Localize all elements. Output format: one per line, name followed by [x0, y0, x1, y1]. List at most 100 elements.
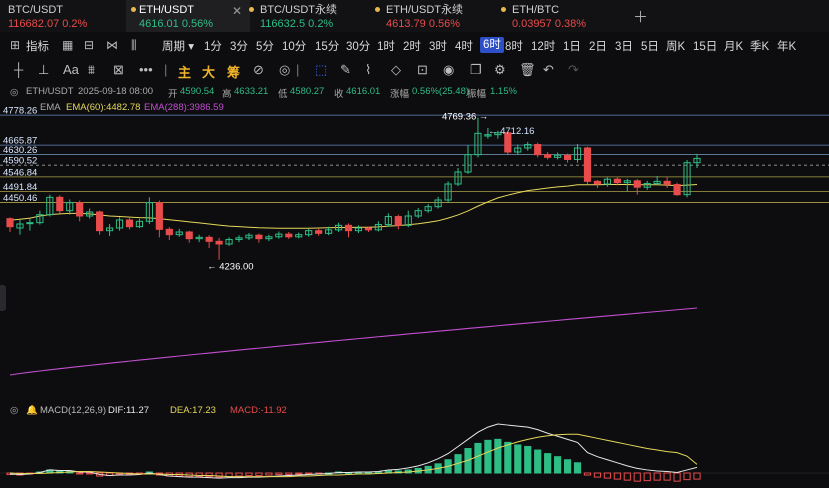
price-level-label: 4778.26: [3, 106, 37, 117]
candlestick-chart[interactable]: 4778.264665.874630.264590.524546.844491.…: [0, 84, 829, 488]
timeframe-9[interactable]: 4时: [455, 38, 473, 54]
select-tool-icon[interactable]: ⬚: [315, 62, 327, 78]
candle-body: [563, 154, 572, 160]
timeframe-toolbar: ⊞ 指标 ▦ ⊟ ⋈ ⫼ 周期 ▾ 1分 3分 5分 10分 15分 30分 1时 2时 3时 4…: [0, 33, 829, 57]
timeframe-6[interactable]: 1时: [377, 38, 395, 54]
macd-histogram-bar: [623, 472, 631, 481]
visibility-icon[interactable]: ◉: [443, 62, 454, 78]
tab-name: BTC/USDT永续: [260, 4, 337, 16]
candle-body: [26, 222, 34, 225]
tab-btc-usdt[interactable]: BTC/USDT 116682.07 0.2%: [0, 0, 124, 32]
timeframe-3[interactable]: 10分: [282, 38, 306, 54]
chart-layout-icon[interactable]: ⊟: [84, 38, 94, 52]
tab-change: 0.2%: [62, 18, 88, 30]
timeframe-5[interactable]: 30分: [346, 38, 370, 54]
indicator-icon[interactable]: ⊞: [10, 38, 20, 52]
timeframe-10[interactable]: 6时: [480, 37, 504, 53]
high2-annotation: ← 4712.16: [488, 126, 534, 137]
timeframe-11[interactable]: 8时: [505, 38, 523, 54]
macd-histogram-bar: [494, 438, 502, 474]
timeframe-13[interactable]: 1日: [563, 38, 581, 54]
symbol-tab-bar: BTC/USDT 116682.07 0.2% ETH/USDT 4616.01…: [0, 0, 829, 32]
pattern-icon[interactable]: ⩩: [88, 62, 95, 78]
timeframe-12[interactable]: 12时: [531, 38, 555, 54]
macd-label: MACD(12,26,9): [40, 405, 106, 416]
compare-icon[interactable]: ⋈: [106, 38, 118, 52]
timeframe-0[interactable]: 1分: [204, 38, 222, 54]
macd-histogram-bar: [693, 472, 701, 480]
close-tab-icon[interactable]: ✕: [232, 4, 242, 18]
high-annotation: 4769.36 →: [442, 112, 488, 123]
dif-value: DIF:11.27: [108, 405, 149, 416]
candle-body: [633, 180, 641, 188]
candle-body: [125, 219, 134, 228]
timeframe-21[interactable]: 年K: [777, 38, 796, 54]
timeframe-2[interactable]: 5分: [256, 38, 274, 54]
magnet-icon[interactable]: ⊘: [253, 62, 264, 78]
eraser-icon[interactable]: ◇: [391, 62, 401, 78]
more-tools-icon[interactable]: •••: [139, 62, 153, 77]
macd-histogram-bar: [285, 472, 293, 476]
timeframe-1[interactable]: 3分: [230, 38, 248, 54]
tab-btc-usdt-perp[interactable]: BTC/USDT永续 116632.5 0.2%: [249, 0, 376, 32]
timeframe-20[interactable]: 季K: [750, 38, 769, 54]
macd-histogram-bar: [305, 472, 313, 475]
candle-body: [534, 144, 542, 156]
timeframe-19[interactable]: 月K: [724, 38, 743, 54]
favorite-dot-icon: [501, 7, 506, 12]
eye-icon: ◎: [10, 405, 19, 416]
tab-change: 0.38%: [554, 18, 587, 30]
tab-eth-usdt[interactable]: ETH/USDT 4616.01 0.56% ✕: [126, 0, 250, 32]
eye-icon[interactable]: ◎: [279, 62, 290, 78]
timeframe-18[interactable]: 15日: [693, 38, 717, 54]
measure-icon[interactable]: ⊠: [113, 62, 124, 78]
candle-body: [583, 147, 592, 182]
macd-histogram-bar: [514, 444, 522, 474]
macd-histogram-bar: [683, 472, 691, 481]
settings-icon[interactable]: ⚙: [494, 62, 506, 78]
timeframe-15[interactable]: 3日: [615, 38, 633, 54]
macd-histogram-bar: [86, 472, 94, 475]
macd-histogram-bar: [544, 453, 552, 474]
big-order-button[interactable]: 大: [202, 62, 215, 81]
chart-type-icon[interactable]: ⫼: [131, 38, 137, 53]
pen-icon[interactable]: ✎: [340, 62, 351, 78]
macd-histogram-bar: [593, 472, 602, 478]
panel-resize-handle[interactable]: [0, 285, 6, 311]
price-level-label: 4546.84: [3, 167, 37, 178]
tab-eth-btc[interactable]: ETH/BTC 0.03957 0.38%: [501, 0, 628, 32]
lock-icon[interactable]: ⊡: [417, 62, 428, 78]
candle-body: [155, 202, 163, 230]
macd-histogram-bar: [235, 472, 243, 477]
tab-eth-usdt-perp[interactable]: ETH/USDT永续 4613.79 0.56%: [375, 0, 502, 32]
calendar-icon[interactable]: ▦: [62, 38, 73, 52]
timeframe-14[interactable]: 2日: [589, 38, 607, 54]
tab-price: 4616.01: [139, 18, 179, 30]
add-tab-icon[interactable]: ＋: [633, 6, 648, 27]
macd-value: MACD:-11.92: [230, 405, 287, 416]
candle-body: [344, 224, 353, 232]
candle-body: [165, 228, 173, 236]
period-dropdown[interactable]: 周期 ▾: [162, 38, 194, 54]
price-level-label: 4491.84: [3, 182, 37, 193]
indicator-button[interactable]: 指标: [26, 38, 49, 54]
candle-body: [673, 184, 681, 196]
copy-icon[interactable]: ❐: [470, 62, 482, 78]
crosshair-icon[interactable]: ┼: [14, 62, 23, 77]
timeframe-7[interactable]: 2时: [403, 38, 421, 54]
redo-icon[interactable]: ↷: [568, 62, 579, 78]
tab-name: BTC/USDT: [8, 4, 63, 16]
chip-button[interactable]: 筹: [227, 62, 240, 81]
undo-icon[interactable]: ↶: [543, 62, 554, 78]
main-force-button[interactable]: 主: [178, 62, 191, 81]
candle-body: [56, 196, 64, 212]
trend-line-icon[interactable]: ⊥: [38, 62, 49, 78]
delete-icon[interactable]: 🗑: [519, 62, 536, 78]
timeframe-4[interactable]: 15分: [315, 38, 339, 54]
text-tool[interactable]: Aa: [63, 62, 79, 77]
candle-body: [613, 178, 621, 184]
timeframe-17[interactable]: 周K: [666, 38, 685, 54]
brush-icon[interactable]: ⌇: [365, 62, 371, 78]
timeframe-8[interactable]: 3时: [429, 38, 447, 54]
timeframe-16[interactable]: 5日: [641, 38, 659, 54]
